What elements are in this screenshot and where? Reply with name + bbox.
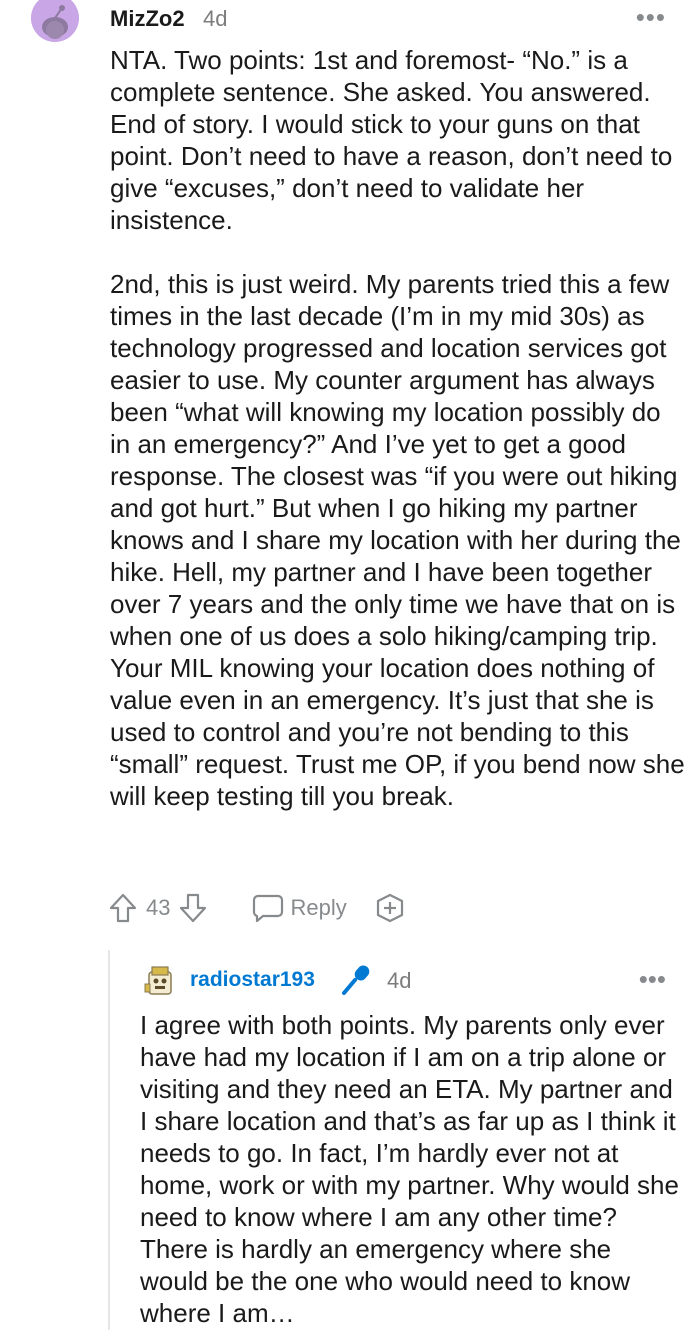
comment-age: 4d — [203, 6, 228, 31]
reply-button[interactable]: Reply — [252, 893, 347, 923]
comment-paragraph-1: NTA. Two points: 1st and foremost- “No.”… — [110, 45, 673, 235]
thread-line[interactable] — [108, 950, 110, 1330]
avatar[interactable] — [31, 0, 79, 42]
add-award-icon — [376, 893, 403, 923]
reply-more-options-icon[interactable]: ••• — [639, 964, 666, 995]
award-button[interactable] — [375, 893, 405, 923]
comment-bubble-icon — [253, 894, 284, 923]
comment-paragraph-2: 2nd, this is just weird. My parents trie… — [110, 269, 685, 811]
comment-actions: 43 Reply — [108, 890, 405, 926]
comment-body: NTA. Two points: 1st and foremost- “No.”… — [110, 44, 685, 844]
downvote-arrow-icon — [180, 893, 207, 923]
more-options-icon[interactable]: ••• — [636, 2, 666, 33]
vote-count: 43 — [146, 895, 171, 920]
reply-avatar[interactable] — [143, 964, 177, 998]
upvote-arrow-icon — [109, 893, 137, 923]
reddit-snoo-icon — [31, 0, 79, 42]
user-avatar-icon — [144, 966, 172, 995]
upvote-button[interactable] — [108, 892, 138, 924]
microphone-icon — [340, 962, 374, 996]
comment-username[interactable]: MizZo2 — [110, 6, 185, 32]
reply-label: Reply — [290, 895, 347, 920]
reply-username[interactable]: radiostar193 — [190, 968, 315, 992]
reply-body: I agree with both points. My parents onl… — [140, 1010, 679, 1328]
downvote-button[interactable] — [178, 892, 208, 924]
reply-age: 4d — [387, 968, 412, 993]
